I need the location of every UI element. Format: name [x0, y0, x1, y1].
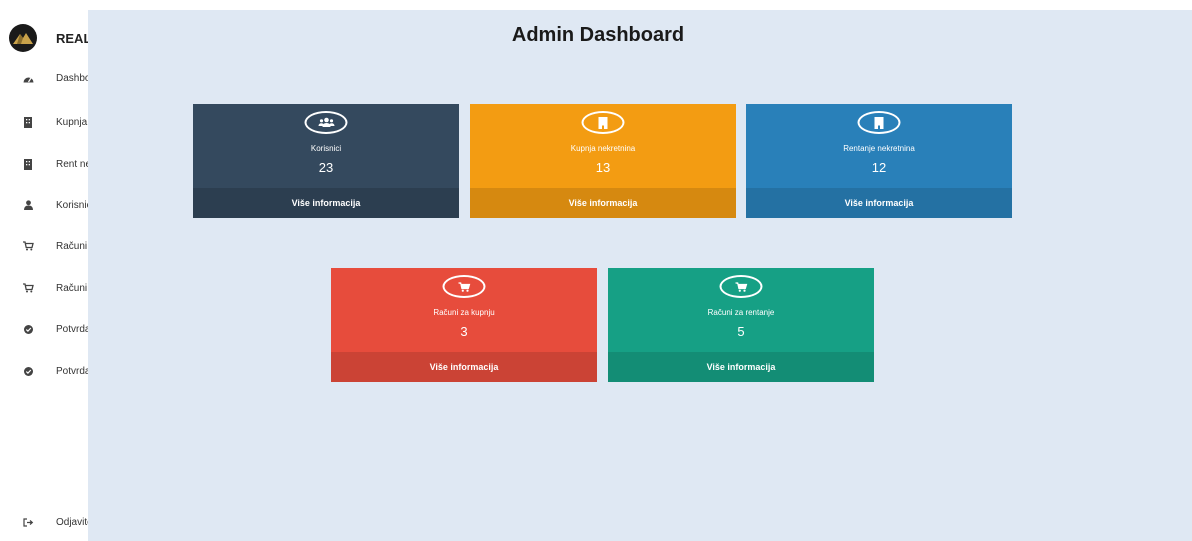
sidebar-item-label: Potvrda: [56, 365, 88, 377]
card-value: 5: [737, 324, 745, 339]
sidebar-item-label: Računi: [56, 240, 88, 252]
check-circle-icon: [22, 323, 34, 335]
check-circle-icon: [22, 365, 34, 377]
stat-card-kupnja-nekretnina[interactable]: Kupnja nekretnina 13 Više informacija: [470, 104, 736, 218]
sidebar-item-label: Odjavite: [56, 516, 88, 528]
sidebar-item-dashboard[interactable]: Dashbo: [0, 66, 88, 90]
more-info-link[interactable]: Više informacija: [470, 188, 736, 218]
sidebar-item-korisnici[interactable]: Korisnic: [0, 193, 88, 217]
more-info-link[interactable]: Više informacija: [331, 352, 597, 382]
sidebar-item-racuni-kupnja[interactable]: Računi: [0, 234, 88, 258]
sidebar-item-kupnja[interactable]: Kupnja: [0, 110, 88, 134]
users-icon: [304, 111, 348, 134]
card-label: Korisnici: [310, 144, 342, 153]
sidebar-item-racuni-rentanje[interactable]: Računi: [0, 276, 88, 300]
logo[interactable]: [9, 24, 37, 52]
sidebar-item-logout[interactable]: Odjavite: [0, 510, 88, 534]
cart-icon: [22, 240, 34, 252]
main-content: Admin Dashboard Korisnici 23 Više inform…: [88, 10, 1192, 541]
card-label: Rentanje nekretnina: [843, 144, 915, 153]
card-value: 23: [318, 160, 334, 175]
card-label: Računi za kupnju: [433, 308, 495, 317]
sidebar-item-potvrda-1[interactable]: Potvrda: [0, 317, 88, 341]
building-icon: [581, 111, 625, 134]
sidebar-item-potvrda-2[interactable]: Potvrda: [0, 359, 88, 383]
more-info-link[interactable]: Više informacija: [193, 188, 459, 218]
sidebar-item-label: Rent ne: [56, 158, 88, 170]
building-icon: [22, 158, 34, 170]
stat-card-racuni-rentanje[interactable]: Računi za rentanje 5 Više informacija: [608, 268, 874, 382]
stat-card-korisnici[interactable]: Korisnici 23 Više informacija: [193, 104, 459, 218]
sidebar-item-label: Korisnic: [56, 199, 88, 211]
brand-name: REAL: [56, 31, 88, 46]
stat-card-rentanje-nekretnina[interactable]: Rentanje nekretnina 12 Više informacija: [746, 104, 1012, 218]
sidebar-item-label: Računi: [56, 282, 88, 294]
card-label: Kupnja nekretnina: [570, 144, 636, 153]
sidebar-item-label: Dashbo: [56, 72, 88, 84]
dashboard-icon: [22, 72, 34, 84]
cart-icon: [442, 275, 486, 298]
stat-card-racuni-kupnja[interactable]: Računi za kupnju 3 Više informacija: [331, 268, 597, 382]
sidebar: REAL Dashbo Kupnja Rent ne Korisnic Raču…: [0, 0, 88, 541]
sidebar-item-label: Kupnja: [56, 116, 88, 128]
more-info-link[interactable]: Više informacija: [746, 188, 1012, 218]
sign-out-icon: [22, 516, 34, 528]
card-label: Računi za rentanje: [707, 308, 775, 317]
building-icon: [22, 116, 34, 128]
user-icon: [22, 199, 34, 211]
card-value: 13: [595, 160, 611, 175]
card-value: 12: [871, 160, 887, 175]
cart-icon: [22, 282, 34, 294]
more-info-link[interactable]: Više informacija: [608, 352, 874, 382]
cart-icon: [719, 275, 763, 298]
page-title: Admin Dashboard: [511, 24, 685, 46]
sidebar-item-label: Potvrda: [56, 323, 88, 335]
sidebar-item-rent[interactable]: Rent ne: [0, 152, 88, 176]
building-icon: [857, 111, 901, 134]
card-value: 3: [460, 324, 468, 339]
